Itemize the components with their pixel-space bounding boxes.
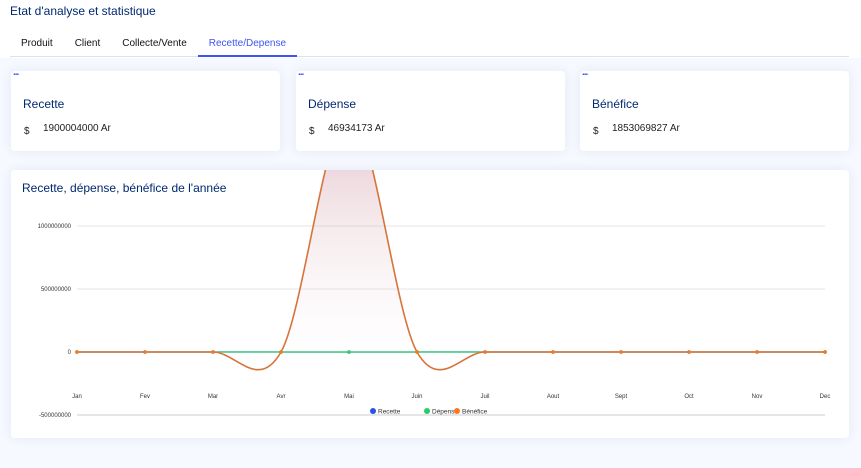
- card-title: Dépense: [308, 97, 357, 111]
- legend-marker[interactable]: [454, 408, 460, 414]
- area-chart: 2000000000150000000010000000005000000000…: [38, 170, 831, 419]
- card-amount: 1853069827 Ar: [612, 123, 680, 134]
- tab-produit[interactable]: Produit: [10, 33, 64, 57]
- depense-card: ... Dépense $ 46934173 Ar: [296, 67, 565, 151]
- x-tick-label: Aout: [547, 394, 560, 400]
- y-tick-label: 1000000000: [38, 224, 72, 230]
- x-tick-label: Fev: [140, 394, 150, 400]
- benefice-card: ... Bénéfice $ 1853069827 Ar: [580, 67, 849, 151]
- x-tick-label: Mar: [208, 394, 218, 400]
- currency-icon: $: [593, 126, 599, 137]
- data-point[interactable]: [823, 350, 827, 354]
- data-point[interactable]: [415, 350, 419, 354]
- tab-recette-depense[interactable]: Recette/Depense: [197, 33, 298, 57]
- card-menu-icon[interactable]: ...: [298, 67, 304, 78]
- card-title: Recette: [23, 97, 65, 111]
- x-tick-label: Juil: [480, 394, 489, 400]
- x-tick-label: Jan: [72, 394, 82, 400]
- y-tick-label: -500000000: [39, 413, 72, 419]
- chart-card: Recette, dépense, bénéfice de l'année 20…: [11, 170, 849, 438]
- card-amount: 46934173 Ar: [328, 123, 385, 134]
- y-tick-label: 500000000: [41, 287, 72, 293]
- tab-client[interactable]: Client: [64, 33, 112, 57]
- x-tick-label: Nov: [752, 394, 763, 400]
- card-amount: 1900004000 Ar: [43, 123, 111, 134]
- data-point[interactable]: [755, 350, 759, 354]
- legend-label[interactable]: Bénéfice: [462, 409, 488, 416]
- card-title: Bénéfice: [592, 97, 639, 111]
- tab-collecte-vente[interactable]: Collecte/Vente: [111, 33, 198, 57]
- x-tick-label: Mai: [344, 394, 354, 400]
- page-title: Etat d'analyse et statistique: [10, 4, 156, 18]
- legend-label[interactable]: Recette: [378, 409, 401, 416]
- tab-bar: Produit Client Collecte/Vente Recette/De…: [10, 33, 849, 57]
- card-menu-icon[interactable]: ...: [13, 67, 19, 78]
- data-point[interactable]: [619, 350, 623, 354]
- card-menu-icon[interactable]: ...: [582, 67, 588, 78]
- recette-card: ... Recette $ 1900004000 Ar: [11, 67, 280, 151]
- x-tick-label: Avr: [277, 394, 286, 400]
- x-tick-label: Juin: [411, 394, 422, 400]
- page-header: Etat d'analyse et statistique Produit Cl…: [0, 0, 861, 58]
- series-area-benefice: [77, 170, 825, 370]
- currency-icon: $: [24, 126, 30, 137]
- data-point[interactable]: [211, 350, 215, 354]
- y-tick-label: 0: [68, 350, 72, 356]
- legend-marker[interactable]: [424, 408, 430, 414]
- data-point[interactable]: [143, 350, 147, 354]
- data-point[interactable]: [279, 350, 283, 354]
- data-point[interactable]: [75, 350, 79, 354]
- legend-marker[interactable]: [370, 408, 376, 414]
- data-point[interactable]: [687, 350, 691, 354]
- data-point[interactable]: [551, 350, 555, 354]
- x-tick-label: Oct: [684, 394, 694, 400]
- currency-icon: $: [309, 126, 315, 137]
- x-tick-label: Dec: [820, 394, 831, 400]
- data-point[interactable]: [483, 350, 487, 354]
- x-tick-label: Sept: [615, 394, 628, 400]
- series-line-2: [77, 170, 826, 371]
